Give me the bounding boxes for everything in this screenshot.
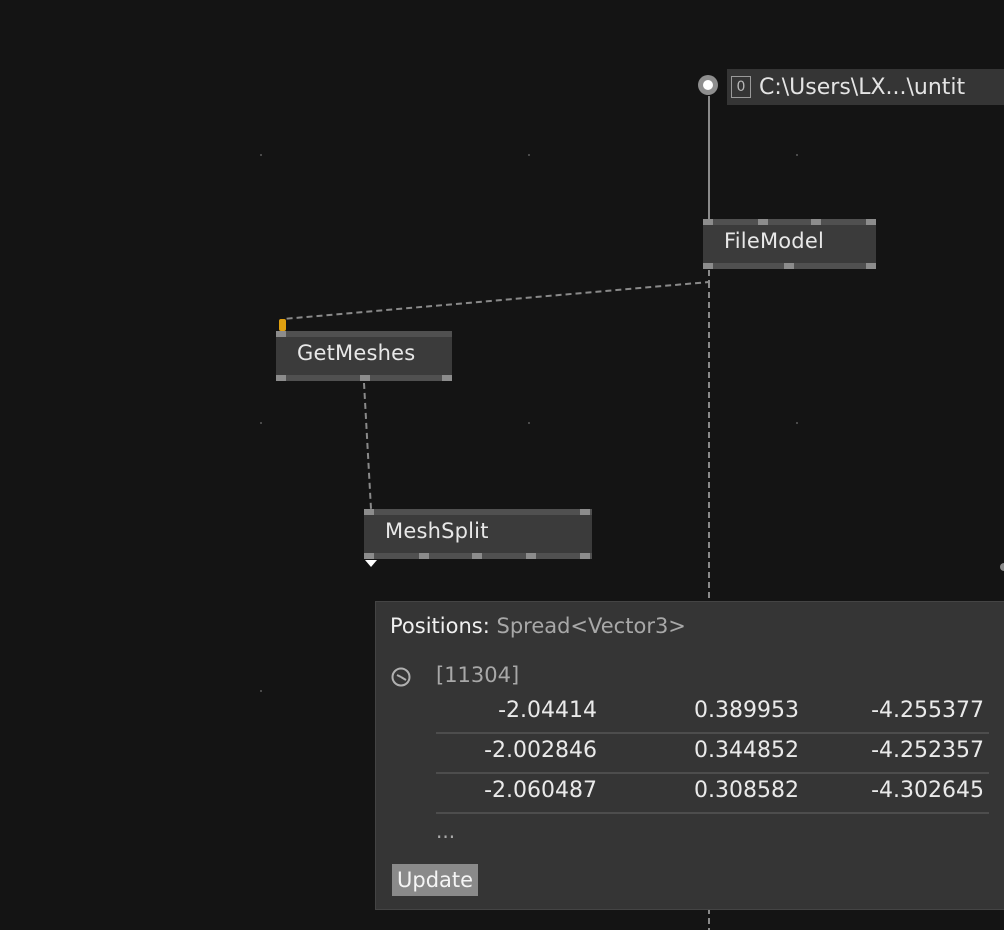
tooltip-separator: : — [482, 614, 497, 638]
value-x: -2.002846 — [484, 738, 597, 763]
spread-count: [11304] — [436, 663, 520, 687]
iobox-output-pin[interactable] — [698, 75, 718, 95]
table-row: -2.002846 0.344852 -4.252357 — [436, 732, 989, 774]
value-x: -2.04414 — [498, 698, 597, 723]
node-input-bar — [364, 509, 592, 515]
tooltip-pin-name: Positions — [390, 614, 483, 638]
input-pin[interactable] — [758, 219, 768, 225]
value-y: 0.308582 — [694, 778, 799, 803]
value-y: 0.389953 — [694, 698, 799, 723]
pin-center-icon — [703, 80, 713, 90]
input-pin[interactable] — [364, 509, 374, 515]
input-pin[interactable] — [580, 509, 590, 515]
input-pin[interactable] — [811, 219, 821, 225]
tooltip-type: Spread<Vector3> — [496, 614, 686, 638]
clock-icon — [391, 667, 411, 687]
node-getmeshes[interactable]: GetMeshes — [276, 331, 452, 381]
value-z: -4.252357 — [871, 738, 984, 763]
wire-filemodel-to-getmeshes — [282, 270, 710, 320]
output-pin[interactable] — [526, 553, 536, 559]
output-pin[interactable] — [472, 553, 482, 559]
output-pin[interactable] — [866, 263, 876, 269]
value-y: 0.344852 — [694, 738, 799, 763]
node-input-bar — [276, 331, 452, 337]
table-row: -2.04414 0.389953 -4.255377 — [436, 692, 989, 734]
output-pin[interactable] — [580, 553, 590, 559]
node-meshsplit[interactable]: MeshSplit — [364, 509, 592, 559]
input-pin[interactable] — [276, 331, 286, 337]
table-row: -2.060487 0.308582 -4.302645 — [436, 772, 989, 814]
output-pin[interactable] — [419, 553, 429, 559]
node-title: MeshSplit — [385, 519, 489, 543]
output-pin-marker-icon — [365, 560, 377, 567]
path-iobox[interactable]: 0 C:\Users\LX...\untit — [727, 69, 1004, 105]
wire-getmeshes-to-meshsplit — [363, 382, 372, 510]
iobox-path-value[interactable]: C:\Users\LX...\untit — [759, 75, 965, 100]
node-title: FileModel — [724, 229, 824, 253]
output-pin[interactable] — [364, 553, 374, 559]
value-x: -2.060487 — [484, 778, 597, 803]
node-filemodel[interactable]: FileModel — [703, 219, 876, 269]
tooltip-header: Positions: Spread<Vector3> — [390, 614, 686, 638]
pin-tooltip: Positions: Spread<Vector3> [11304] -2.04… — [375, 601, 1004, 910]
more-rows-ellipsis: ... — [436, 819, 456, 843]
node-input-bar — [703, 219, 876, 225]
node-title: GetMeshes — [297, 341, 416, 365]
output-pin[interactable] — [442, 375, 452, 381]
value-z: -4.302645 — [871, 778, 984, 803]
output-pin[interactable] — [784, 263, 794, 269]
output-pin[interactable] — [703, 263, 713, 269]
offscreen-pin-icon — [1000, 563, 1004, 571]
input-pin[interactable] — [703, 219, 713, 225]
input-pin[interactable] — [866, 219, 876, 225]
warning-marker-icon — [279, 319, 286, 331]
output-pin[interactable] — [360, 375, 370, 381]
index-label: 0 — [731, 76, 751, 98]
value-z: -4.255377 — [871, 698, 984, 723]
output-pin[interactable] — [276, 375, 286, 381]
update-button[interactable]: Update — [392, 864, 479, 896]
